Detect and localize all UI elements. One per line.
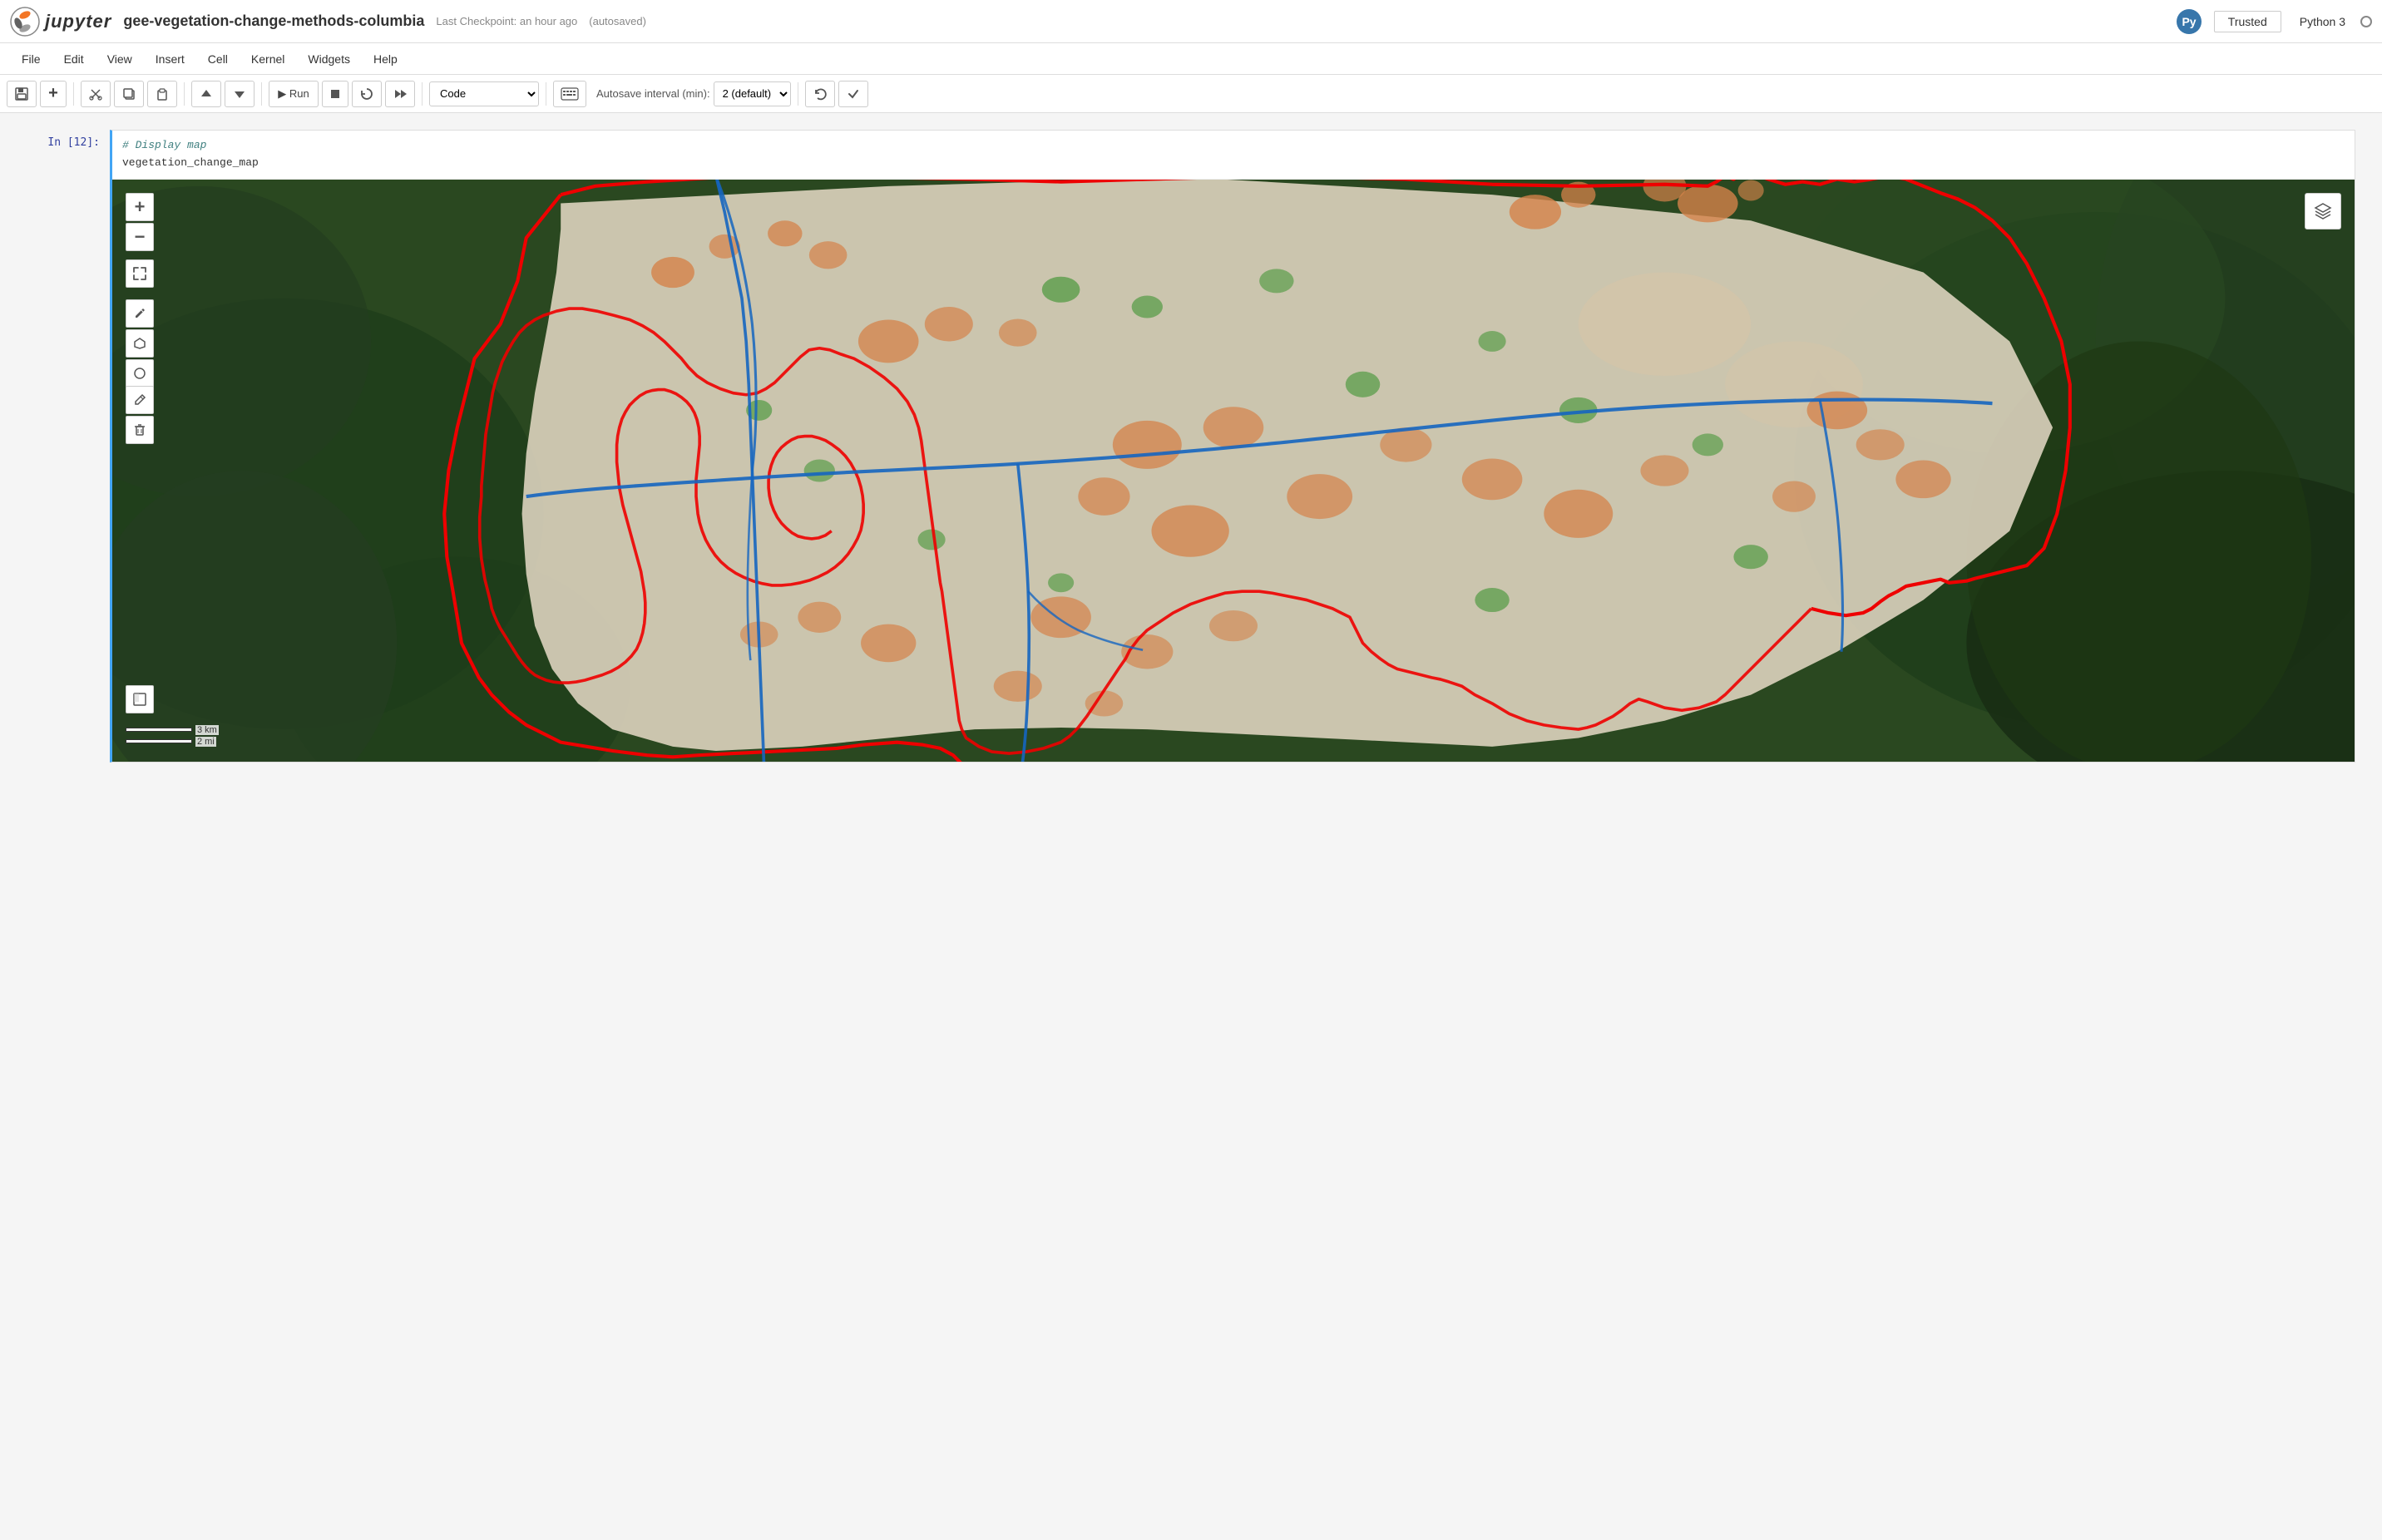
notebook-area: In [12]: # Display map vegetation_change…: [0, 113, 2382, 787]
cut-icon: [88, 86, 103, 101]
zoom-in-button[interactable]: +: [126, 193, 154, 221]
undo-icon: [813, 86, 828, 101]
layers-icon: [2312, 200, 2334, 222]
restart-button[interactable]: [352, 81, 382, 107]
undo-button[interactable]: [805, 81, 835, 107]
draw-controls: [126, 259, 154, 293]
map-scale: 3 km 2 mi: [126, 725, 219, 748]
save-icon: [14, 86, 29, 101]
python-icon: Py: [2176, 8, 2202, 35]
scale-2mi-row: 2 mi: [126, 737, 219, 747]
cell-prompt: In [12]:: [27, 130, 110, 149]
validate-button[interactable]: [838, 81, 868, 107]
jupyter-logo: jupyter: [10, 7, 111, 37]
add-cell-button[interactable]: +: [40, 81, 67, 107]
scale-2mi-label: 2 mi: [195, 737, 216, 747]
scale-2mi-bar: [126, 739, 192, 743]
arrow-up-icon: [199, 86, 214, 101]
draw-line-button[interactable]: [126, 299, 154, 328]
python-label: Python 3: [2300, 15, 2345, 28]
fullscreen-button[interactable]: [126, 259, 154, 288]
run-button[interactable]: ▶ Run: [269, 81, 319, 107]
trusted-button[interactable]: Trusted: [2214, 11, 2281, 32]
checkpoint-text: Last Checkpoint: an hour ago: [436, 15, 577, 27]
expand-icon: [132, 692, 147, 707]
toolbar-separator-1: [73, 82, 74, 106]
paste-icon: [155, 86, 170, 101]
scale-3km-label: 3 km: [195, 725, 219, 735]
topbar: jupyter gee-vegetation-change-methods-co…: [0, 0, 2382, 43]
jupyter-wordmark: jupyter: [45, 11, 111, 32]
cell-input[interactable]: # Display map vegetation_change_map: [112, 131, 2355, 179]
fast-forward-icon: [393, 86, 408, 101]
notebook-title: gee-vegetation-change-methods-columbia: [123, 12, 424, 30]
autosave-label: Autosave interval (min):: [596, 87, 710, 100]
fullscreen-icon: [132, 266, 147, 281]
cell-12: In [12]: # Display map vegetation_change…: [27, 130, 2355, 763]
zoom-out-button[interactable]: −: [126, 223, 154, 251]
checkmark-icon: [846, 86, 861, 101]
pencil-icon: [132, 306, 147, 321]
arrow-down-icon: [232, 86, 247, 101]
menu-file[interactable]: File: [10, 47, 52, 71]
keyboard-icon: [561, 87, 579, 101]
cell-output: + −: [112, 179, 2355, 762]
kernel-status-circle: [2360, 16, 2372, 27]
menu-view[interactable]: View: [96, 47, 144, 71]
menu-insert[interactable]: Insert: [144, 47, 196, 71]
autosave-select[interactable]: 2 (default) 5 10: [714, 81, 791, 106]
map-container: + −: [112, 180, 2355, 762]
stop-button[interactable]: [322, 81, 348, 107]
draw-polygon-button[interactable]: [126, 329, 154, 358]
scale-3km-bar: [126, 728, 192, 732]
restart-icon: [359, 86, 374, 101]
draw-shape-controls: [126, 299, 154, 387]
map-zoom-controls: + −: [126, 193, 154, 251]
menubar: File Edit View Insert Cell Kernel Widget…: [0, 43, 2382, 75]
move-down-button[interactable]: [225, 81, 255, 107]
scale-3km-row: 3 km: [126, 725, 219, 735]
circle-icon: [132, 366, 147, 381]
code-comment-line: # Display map: [122, 139, 206, 151]
move-up-button[interactable]: [191, 81, 221, 107]
toolbar-separator-2: [184, 82, 185, 106]
paste-button[interactable]: [147, 81, 177, 107]
keyboard-shortcuts-button[interactable]: [553, 81, 586, 107]
autosaved-text: (autosaved): [589, 15, 646, 27]
edit-shapes-button[interactable]: [126, 386, 154, 414]
svg-text:Py: Py: [2182, 15, 2196, 28]
menu-edit[interactable]: Edit: [52, 47, 96, 71]
menu-kernel[interactable]: Kernel: [240, 47, 296, 71]
draw-circle-button[interactable]: [126, 359, 154, 387]
cut-button[interactable]: [81, 81, 111, 107]
map-svg: [112, 180, 2355, 762]
toolbar: + ▶ Run Code Markdown Raw NBConvert Auto…: [0, 75, 2382, 113]
menu-widgets[interactable]: Widgets: [296, 47, 362, 71]
trash-icon: [132, 422, 147, 437]
menu-help[interactable]: Help: [362, 47, 409, 71]
save-button[interactable]: [7, 81, 37, 107]
jupyter-logo-icon: [10, 7, 40, 37]
copy-button[interactable]: [114, 81, 144, 107]
cell-body: # Display map vegetation_change_map: [110, 130, 2355, 763]
stop-icon: [329, 88, 341, 100]
layers-button[interactable]: [2305, 193, 2341, 230]
delete-shapes-button[interactable]: [126, 416, 154, 444]
cell-type-select[interactable]: Code Markdown Raw NBConvert: [429, 81, 539, 106]
toolbar-separator-4: [422, 82, 423, 106]
toolbar-separator-3: [261, 82, 262, 106]
code-line-2: vegetation_change_map: [122, 156, 259, 169]
map-expand-button[interactable]: [126, 685, 154, 713]
polygon-icon: [132, 336, 147, 351]
menu-cell[interactable]: Cell: [196, 47, 240, 71]
edit-icon: [132, 392, 147, 407]
restart-run-button[interactable]: [385, 81, 415, 107]
copy-icon: [121, 86, 136, 101]
edit-delete-controls: [126, 386, 154, 444]
